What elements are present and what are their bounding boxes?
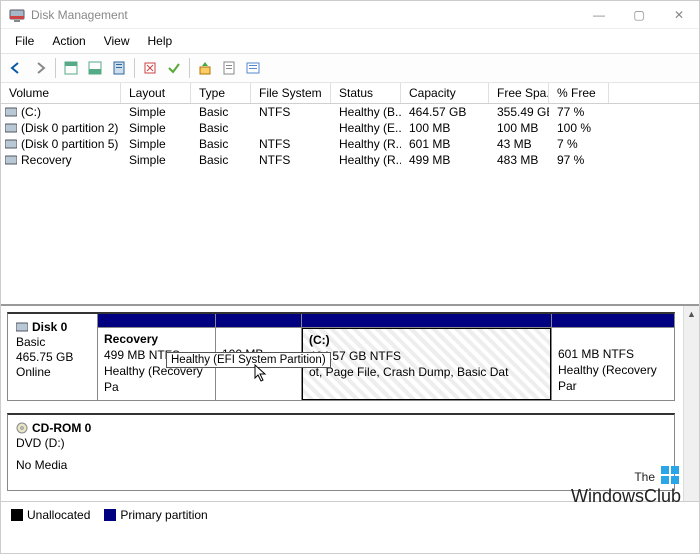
forward-button[interactable] [29,57,51,79]
legend-primary: Primary partition [104,508,207,522]
col-capacity[interactable]: Capacity [401,83,489,103]
col-filesystem[interactable]: File System [251,83,331,103]
partition-recovery-2[interactable]: 601 MB NTFS Healthy (Recovery Par [552,314,674,400]
volume-list[interactable]: Volume Layout Type File System Status Ca… [1,83,699,306]
view-top-button[interactable] [60,57,82,79]
legend-unallocated: Unallocated [11,508,90,522]
view-bottom-button[interactable] [84,57,106,79]
col-type[interactable]: Type [191,83,251,103]
col-volume[interactable]: Volume [1,83,121,103]
minimize-button[interactable]: — [579,2,619,28]
app-icon [9,7,25,23]
volume-row[interactable]: RecoverySimpleBasicNTFSHealthy (R...499 … [1,152,699,168]
partition-c[interactable]: (C:) 464.57 GB NTFS ot, Page File, Crash… [302,314,552,400]
partition-tooltip: Healthy (EFI System Partition) [166,352,331,368]
maximize-button[interactable]: ▢ [619,2,659,28]
volume-icon [5,138,17,150]
col-free-space[interactable]: Free Spa... [489,83,549,103]
cdrom-state: No Media [16,458,666,472]
cdrom-drive: DVD (D:) [16,436,666,450]
volume-icon [5,122,17,134]
partition-efi[interactable]: 100 MB Healthy (EFI System Partition) [216,314,302,400]
cursor-icon [254,364,268,382]
settings-button[interactable] [218,57,240,79]
col-layout[interactable]: Layout [121,83,191,103]
volume-row[interactable]: (Disk 0 partition 5)SimpleBasicNTFSHealt… [1,136,699,152]
refresh-button[interactable] [139,57,161,79]
windows-logo-icon [659,464,681,486]
disk-0-label: Disk 0 Basic 465.75 GB Online [8,314,98,400]
up-button[interactable] [194,57,216,79]
watermark: The WindowsClub [571,463,681,507]
toolbar [1,53,699,83]
menu-bar: File Action View Help [1,29,699,53]
window-title: Disk Management [31,8,579,22]
volume-row[interactable]: (Disk 0 partition 2)SimpleBasicHealthy (… [1,120,699,136]
menu-help[interactable]: Help [140,32,181,50]
volume-icon [5,106,17,118]
volume-row[interactable]: (C:)SimpleBasicNTFSHealthy (B...464.57 G… [1,104,699,120]
scroll-up-icon[interactable]: ▲ [684,306,699,322]
back-button[interactable] [5,57,27,79]
menu-file[interactable]: File [7,32,42,50]
menu-view[interactable]: View [96,32,138,50]
check-button[interactable] [163,57,185,79]
disk-0-state: Online [16,365,89,379]
disk-0-size: 465.75 GB [16,350,89,364]
menu-action[interactable]: Action [44,32,93,50]
title-bar: Disk Management — ▢ ✕ [1,1,699,29]
col-pct-free[interactable]: % Free [549,83,609,103]
list-button[interactable] [242,57,264,79]
close-button[interactable]: ✕ [659,2,699,28]
volume-icon [5,154,17,166]
disk-0-type: Basic [16,335,89,349]
dvd-icon [16,422,28,434]
volume-list-header[interactable]: Volume Layout Type File System Status Ca… [1,83,699,104]
hdd-icon [16,321,28,333]
col-status[interactable]: Status [331,83,401,103]
scrollbar[interactable]: ▲ [683,306,699,501]
disk-0-row[interactable]: Disk 0 Basic 465.75 GB Online Recovery 4… [7,312,675,401]
properties-button[interactable] [108,57,130,79]
